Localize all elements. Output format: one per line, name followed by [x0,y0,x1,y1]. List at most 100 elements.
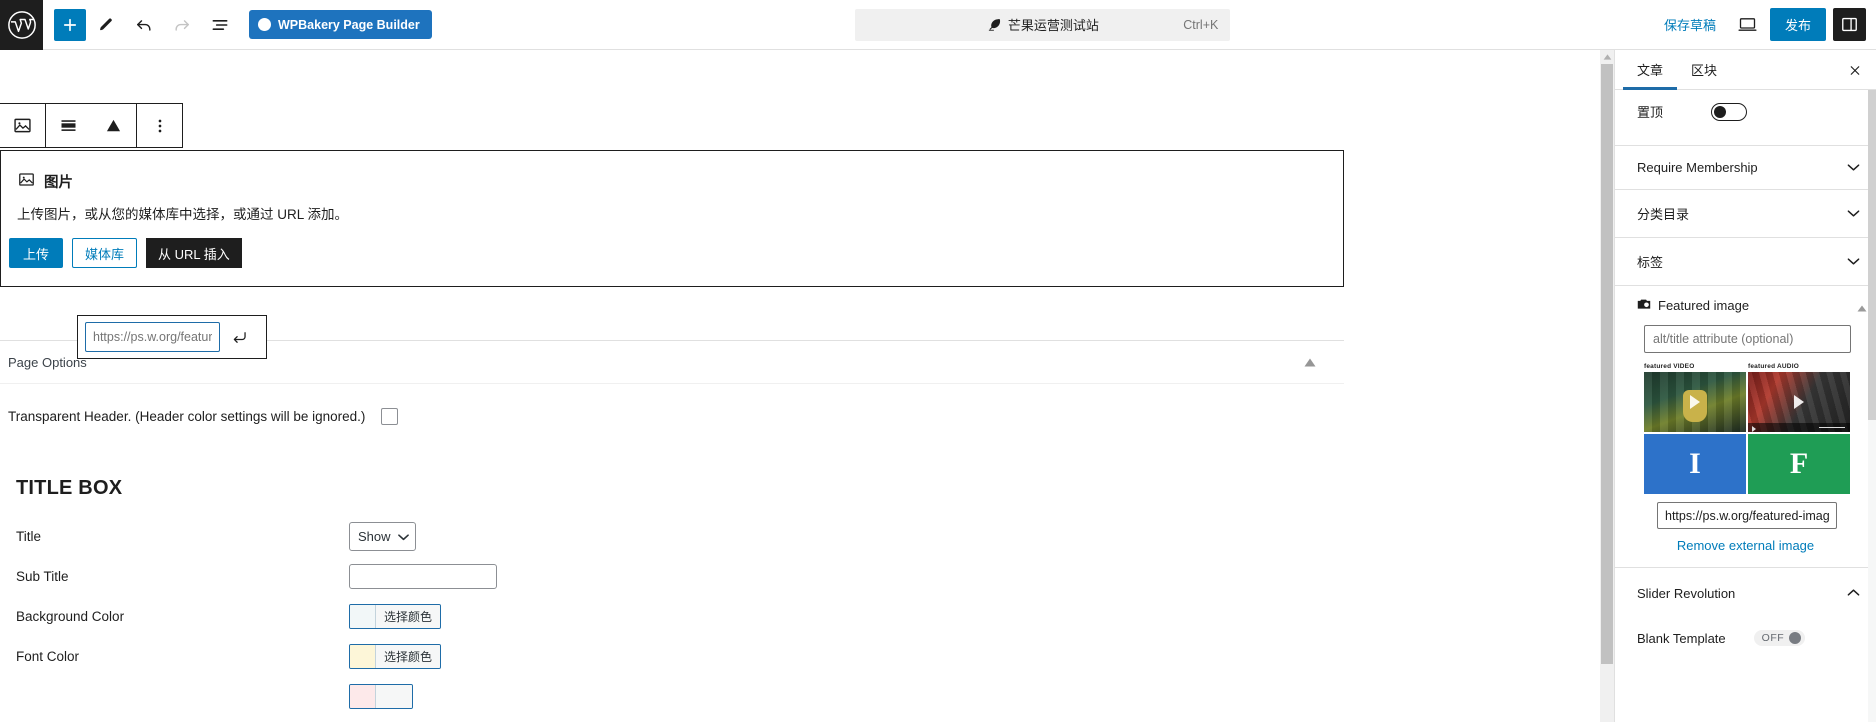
upload-button[interactable]: 上传 [9,238,64,268]
thumbnail-featured-video[interactable] [1644,372,1746,432]
sticky-panel: 置顶 [1615,90,1876,146]
slider-revolution-label: Slider Revolution [1637,585,1736,601]
settings-sidebar: 文章 区块 置顶 Require Membership 分类目录 标签 Feat… [1614,50,1876,722]
camera-icon [1637,298,1651,313]
page-options-title: Page Options [8,355,87,370]
tab-post[interactable]: 文章 [1623,50,1677,90]
thumbnail-facebook[interactable]: F [1748,434,1850,494]
triangle-up-icon[interactable] [1857,299,1867,317]
publish-button[interactable]: 发布 [1769,8,1826,41]
chevron-down-icon [1847,257,1860,266]
slider-revolution-header[interactable]: Slider Revolution [1615,568,1876,618]
add-block-button[interactable] [54,8,86,41]
transparent-header-label: Transparent Header. (Header color settin… [8,409,366,424]
image-icon [17,170,36,193]
panel-categories[interactable]: 分类目录 [1615,190,1876,238]
thumbnail-instagram[interactable]: I [1644,434,1746,494]
chevron-down-icon [1847,163,1860,172]
save-draft-button[interactable]: 保存草稿 [1654,9,1726,40]
tab-block[interactable]: 区块 [1677,50,1731,90]
close-x-icon[interactable] [1843,58,1867,82]
triangle-up-icon[interactable] [1298,357,1322,368]
triangle-icon[interactable] [91,104,136,147]
page-options-metabox: Page Options Transparent Header. (Header… [0,340,1344,713]
page-options-body: Transparent Header. (Header color settin… [0,384,1344,713]
transparent-header-checkbox[interactable] [381,408,399,425]
redo-arrow-icon[interactable] [164,7,200,43]
thumbnail-glyph: F [1789,447,1809,480]
slider-revolution-panel: Slider Revolution Blank Template OFF [1615,568,1876,658]
image-placeholder-block[interactable]: 图片 上传图片，或从您的媒体库中选择，或通过 URL 添加。 上传 媒体库 从 … [0,150,1344,287]
media-library-button[interactable]: 媒体库 [72,238,138,268]
transparent-header-row: Transparent Header. (Header color settin… [8,404,1344,425]
undo-arrow-icon[interactable] [126,7,162,43]
wordpress-logo-icon[interactable] [0,0,43,50]
video-controls-bar [1748,423,1850,432]
block-toolbar [0,103,183,148]
form-row-title: Title Show [16,520,620,553]
font-color-picker[interactable]: 选择颜色 [349,644,442,669]
image-block-actions: 上传 媒体库 从 URL 插入 [1,223,1343,268]
blank-template-toggle[interactable]: OFF [1753,630,1806,646]
title-visibility-select[interactable]: Show [349,522,416,551]
top-bar-actions: 保存草稿 发布 [1654,7,1876,43]
sidebar-scrollbar[interactable] [1868,90,1876,722]
image-block-title: 图片 [44,175,73,191]
scroll-up-arrow-icon[interactable] [1600,50,1614,64]
document-title-bar[interactable]: 芒果运营测试站 Ctrl+K [855,8,1231,41]
wpbakery-label: WPBakery Page Builder [278,17,420,32]
form-row-background-color: Background Color 选择颜色 [16,600,620,633]
chevron-up-icon [1847,584,1860,602]
background-color-picker[interactable]: 选择颜色 [349,604,442,629]
document-title: 芒果运营测试站 [1007,18,1099,33]
panel-tags[interactable]: 标签 [1615,238,1876,286]
document-shortcut: Ctrl+K [1183,17,1219,32]
featured-image-thumbnail-grid: featured VIDEO featured AUDIO I F [1644,363,1851,494]
sidebar-scrollbar-thumb[interactable] [1868,90,1876,420]
image-block-description: 上传图片，或从您的媒体库中选择，或通过 URL 添加。 [17,207,349,222]
alt-title-attribute-input[interactable] [1644,325,1851,353]
background-color-swatch [350,605,376,628]
title-box-form: Title Show Sub Title Background Color 选择… [8,500,620,713]
thumbnail-label-audio: featured AUDIO [1748,363,1799,370]
thumbnail-label-video: featured VIDEO [1644,363,1695,370]
sticky-toggle[interactable] [1711,102,1748,121]
editor-canvas: 图片 上传图片，或从您的媒体库中选择，或通过 URL 添加。 上传 媒体库 从 … [0,50,1614,722]
sticky-row: 置顶 [1615,90,1876,145]
insert-from-url-button[interactable]: 从 URL 插入 [146,238,242,268]
canvas-scrollbar-thumb[interactable] [1601,64,1613,664]
remove-external-image-button[interactable]: Remove external image [1631,537,1860,557]
featured-image-url-input[interactable] [1657,502,1837,529]
thumbnail-labels: featured VIDEO featured AUDIO [1644,363,1851,370]
background-color-label: 选择颜色 [376,605,441,628]
sidebar-panel-icon[interactable] [1833,8,1866,41]
form-row-sub-title: Sub Title [16,560,620,593]
list-view-icon[interactable] [202,7,238,43]
sticky-label: 置顶 [1637,105,1664,120]
sidebar-tabs: 文章 区块 [1615,50,1876,90]
wpbakery-page-builder-button[interactable]: WPBakery Page Builder [249,10,432,39]
blank-template-row: Blank Template OFF [1615,618,1876,658]
next-color-picker[interactable] [349,684,414,709]
panel-require-membership[interactable]: Require Membership [1615,146,1876,190]
form-row-font-color: Font Color 选择颜色 [16,640,620,673]
next-color-swatch [350,685,376,708]
blank-template-knob [1789,632,1802,644]
pencil-icon[interactable] [88,7,124,43]
enter-return-icon[interactable] [223,322,255,352]
sub-title-input[interactable] [349,564,497,589]
canvas-scrollbar[interactable] [1600,50,1614,722]
laptop-preview-icon[interactable] [1730,7,1766,43]
vertical-dots-icon[interactable] [137,104,182,147]
primary-tools: WPBakery Page Builder [43,7,432,43]
featured-image-panel: Featured image featured VIDEO featured A… [1615,286,1876,568]
align-full-icon[interactable] [46,104,91,147]
label-font-color: Font Color [16,649,80,664]
play-icon [1794,395,1804,409]
url-input[interactable] [85,322,220,352]
title-box-heading: TITLE BOX [16,477,123,499]
chevron-down-icon [1847,209,1860,218]
thumbnail-featured-audio[interactable] [1748,372,1850,432]
image-icon[interactable] [0,104,45,147]
image-block-header: 图片 [1,151,1343,193]
